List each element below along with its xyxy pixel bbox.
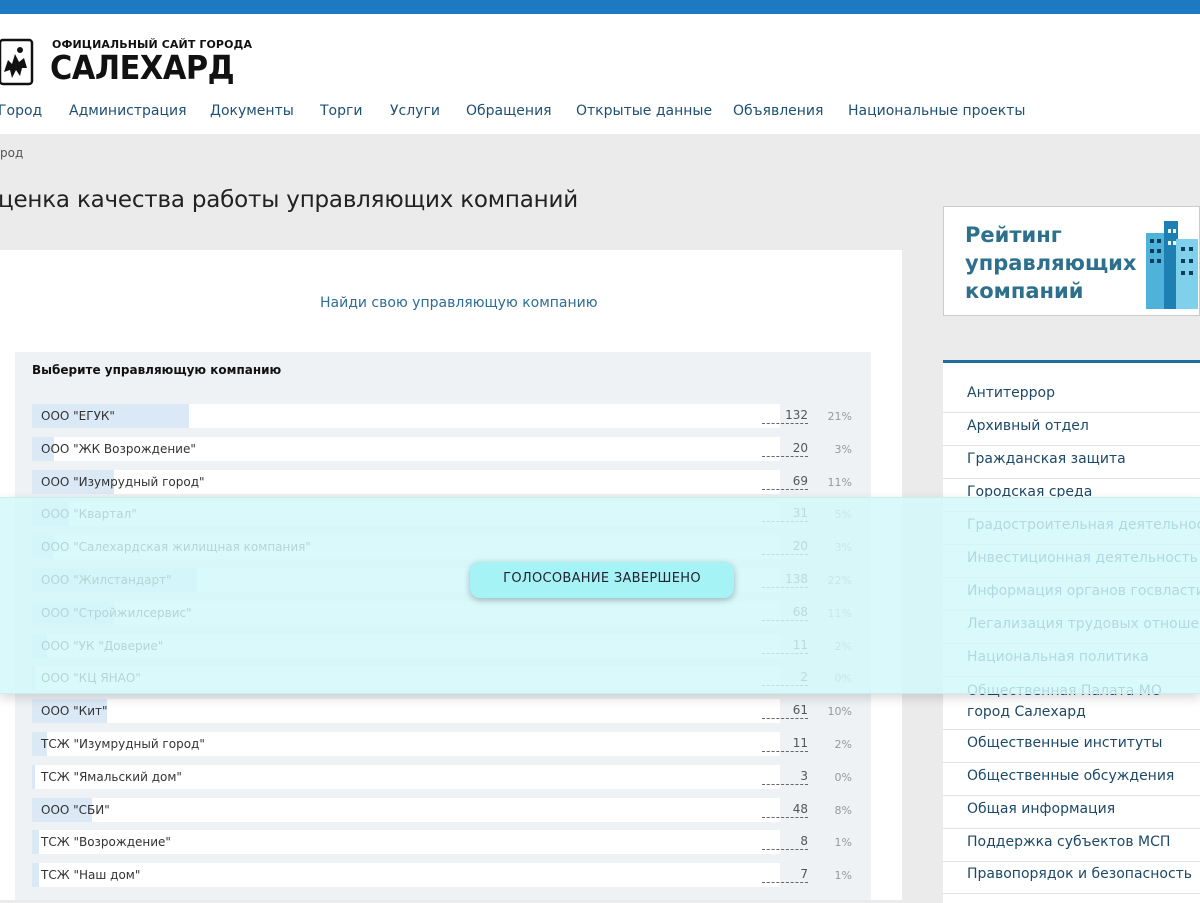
sidebar-menu-divider	[943, 893, 1200, 894]
poll-option[interactable]: ТСЖ "Изумрудный город"	[32, 732, 780, 756]
sidebar-menu-divider	[943, 412, 1200, 413]
poll-option-count[interactable]: 20	[762, 441, 808, 457]
rating-banner[interactable]: Рейтинг управляющих компаний	[943, 206, 1200, 316]
poll-option-label: ООО "Кит"	[41, 704, 108, 718]
sidebar-menu-item[interactable]: Общественные обсуждения	[967, 768, 1174, 784]
nav-item-otkrytye-dannye[interactable]: Открытые данные	[576, 103, 712, 119]
poll-option-label: ТСЖ "Возрождение"	[41, 835, 171, 849]
sidebar-menu-divider	[943, 861, 1200, 862]
poll-option-bar	[32, 765, 35, 789]
poll-option-count[interactable]: 7	[762, 867, 808, 883]
poll-option-label: ООО "ЕГУК"	[41, 409, 115, 423]
poll-option-percent: 1%	[834, 869, 852, 882]
sidebar-menu-item[interactable]: Архивный отдел	[967, 418, 1089, 434]
poll-option-count[interactable]: 11	[762, 736, 808, 752]
nav-item-dokumenty[interactable]: Документы	[210, 103, 294, 119]
poll-option-bar	[32, 863, 39, 887]
poll-option-percent: 2%	[834, 738, 852, 751]
poll-option-percent: 0%	[834, 771, 852, 784]
poll-option-count[interactable]: 132	[762, 408, 808, 424]
poll-option[interactable]: ООО "ЖК Возрождение"	[32, 437, 780, 461]
poll-option-percent: 21%	[827, 410, 852, 423]
poll-option-count[interactable]: 48	[762, 802, 808, 818]
buildings-icon	[1146, 221, 1198, 309]
poll-option[interactable]: ООО "СБИ"	[32, 798, 780, 822]
rating-banner-text: Рейтинг управляющих компаний	[965, 223, 1137, 303]
poll-option[interactable]: ООО "Изумрудный город"	[32, 470, 780, 494]
poll-option-bar	[32, 830, 39, 854]
poll-option-percent: 3%	[834, 443, 852, 456]
poll-option[interactable]: ООО "Кит"	[32, 699, 780, 723]
nav-item-gorod[interactable]: Город	[0, 103, 42, 119]
sidebar-menu-divider	[943, 445, 1200, 446]
page-title: ценка качества работы управляющих компан…	[0, 187, 578, 213]
poll-option-label: ТСЖ "Наш дом"	[41, 868, 141, 882]
poll-option[interactable]: ТСЖ "Наш дом"	[32, 863, 780, 887]
poll-option-label: ООО "СБИ"	[41, 803, 110, 817]
sidebar-menu-divider	[943, 478, 1200, 479]
sidebar-menu-item[interactable]: Общественные институты	[967, 735, 1162, 751]
sidebar-menu-divider	[943, 828, 1200, 829]
poll-option-percent: 1%	[834, 836, 852, 849]
poll-option-percent: 10%	[827, 705, 852, 718]
coat-of-arms-icon[interactable]	[0, 38, 34, 88]
poll-option-count[interactable]: 69	[762, 474, 808, 490]
sidebar-menu-item[interactable]: Общая информация	[967, 801, 1115, 817]
voting-closed-badge: ГОЛОСОВАНИЕ ЗАВЕРШЕНО	[470, 562, 734, 598]
nav-item-administratsiya[interactable]: Администрация	[69, 103, 187, 119]
poll-option-count[interactable]: 61	[762, 703, 808, 719]
poll-option-label: ТСЖ "Изумрудный город"	[41, 737, 205, 751]
poll-option-percent: 8%	[834, 804, 852, 817]
poll-option-label: ООО "ЖК Возрождение"	[41, 442, 196, 456]
nav-item-torgi[interactable]: Торги	[320, 103, 362, 119]
top-accent-bar	[0, 0, 1200, 14]
logo-city-name[interactable]: САЛЕХАРД	[50, 48, 235, 87]
sidebar-menu-divider	[943, 729, 1200, 730]
poll-option-label: ООО "Изумрудный город"	[41, 475, 205, 489]
nav-item-natsionalnye-proekty[interactable]: Национальные проекты	[848, 103, 1025, 119]
sidebar-menu-item[interactable]: Гражданская защита	[967, 451, 1126, 467]
poll-option[interactable]: ТСЖ "Ямальский дом"	[32, 765, 780, 789]
find-company-link[interactable]: Найди свою управляющую компанию	[320, 295, 598, 311]
sidebar-menu-item[interactable]: Антитеррор	[967, 385, 1055, 401]
sidebar-menu-item[interactable]: Поддержка субъектов МСП	[967, 834, 1170, 850]
poll-option[interactable]: ООО "ЕГУК"	[32, 404, 780, 428]
poll-option-count[interactable]: 8	[762, 834, 808, 850]
poll-option-label: ТСЖ "Ямальский дом"	[41, 770, 182, 784]
poll-question: Выберите управляющую компанию	[32, 363, 282, 377]
poll-option[interactable]: ТСЖ "Возрождение"	[32, 830, 780, 854]
sidebar-menu-item[interactable]: Правопорядок и безопасность	[967, 866, 1192, 882]
nav-item-obyavleniya[interactable]: Объявления	[733, 103, 823, 119]
sidebar-menu-divider	[943, 795, 1200, 796]
breadcrumb[interactable]: род	[0, 146, 23, 160]
sidebar-menu-divider	[943, 762, 1200, 763]
nav-item-obrashcheniya[interactable]: Обращения	[466, 103, 552, 119]
poll-option-count[interactable]: 3	[762, 769, 808, 785]
poll-option-percent: 11%	[827, 476, 852, 489]
nav-item-uslugi[interactable]: Услуги	[390, 103, 440, 119]
